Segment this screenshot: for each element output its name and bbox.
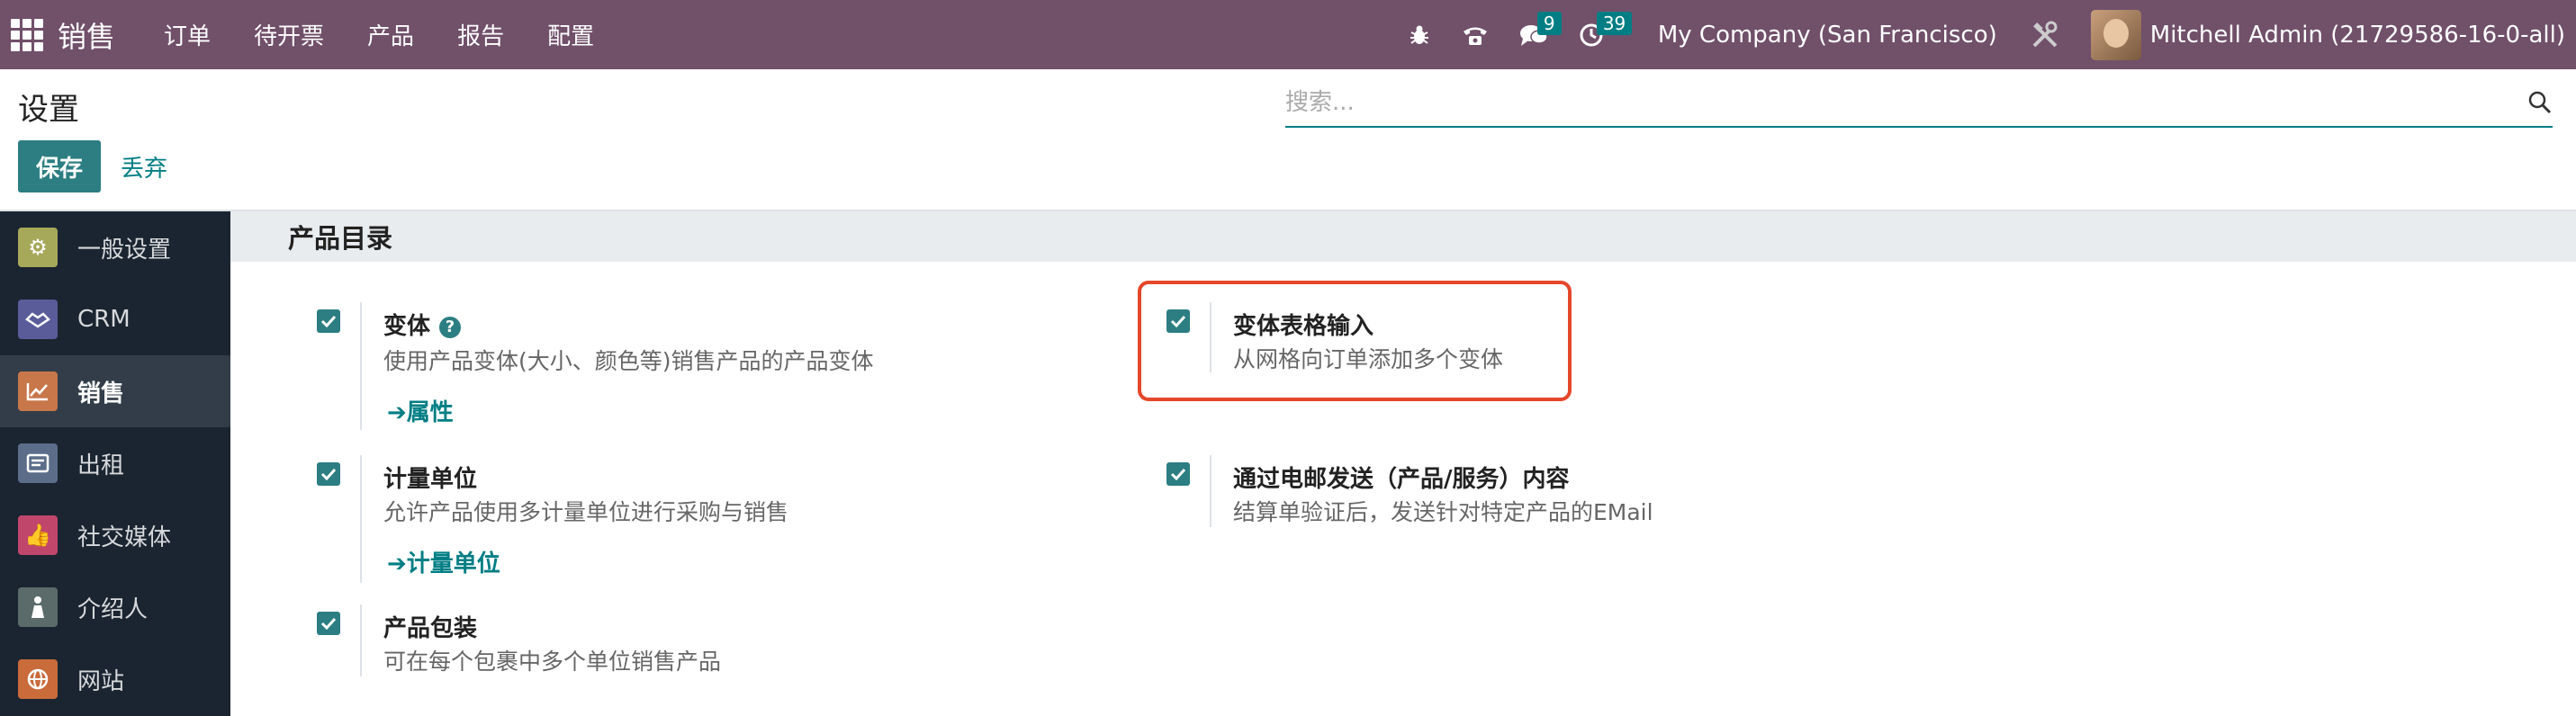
packaging-title: 产品包装 — [383, 615, 478, 642]
page-title: 设置 — [18, 92, 79, 128]
setting-divider — [360, 302, 362, 430]
sidebar-item-label: 网站 — [77, 667, 125, 695]
search-icon[interactable] — [2527, 90, 2553, 115]
menu-products[interactable]: 产品 — [367, 18, 414, 51]
uom-link[interactable]: ➔计量单位 — [387, 545, 500, 578]
referral-icon — [18, 587, 58, 627]
sidebar-item-label: 销售 — [77, 380, 125, 407]
setting-divider — [360, 455, 362, 583]
packaging-desc: 可在每个包裹中多个单位销售产品 — [383, 649, 722, 675]
top-navbar: 销售 订单 待开票 产品 报告 配置 9 39 My Company (San … — [0, 0, 2576, 69]
activities-badge: 39 — [1596, 11, 1633, 35]
variants-desc: 使用产品变体(大小、颜色等)销售产品的产品变体 — [383, 348, 874, 374]
sidebar-item-label: 介绍人 — [77, 595, 149, 623]
clock-icon[interactable]: 39 — [1579, 11, 1633, 48]
uom-link-label: 计量单位 — [406, 550, 500, 577]
apps-grid-icon[interactable] — [11, 18, 43, 51]
menu-to-invoice[interactable]: 待开票 — [254, 18, 324, 51]
section-title: 产品目录 — [288, 223, 393, 254]
setting-divider — [360, 604, 362, 676]
bug-icon[interactable] — [1408, 23, 1431, 47]
navbar-systray: 9 39 My Company (San Francisco) Mitchell… — [1408, 0, 2576, 69]
save-button[interactable]: 保存 — [18, 140, 101, 192]
gear-icon: ⚙ — [18, 228, 58, 267]
user-menu[interactable]: Mitchell Admin (21729586-16-0-all) — [2150, 22, 2565, 49]
chat-icon[interactable]: 9 — [1519, 11, 1562, 48]
menu-configuration[interactable]: 配置 — [547, 18, 594, 51]
sidebar-item-label: CRM — [77, 306, 131, 333]
phone-icon[interactable] — [1462, 23, 1489, 47]
messages-badge: 9 — [1536, 11, 1562, 35]
rental-icon — [18, 443, 58, 483]
arrow-right-icon: ➔ — [387, 550, 407, 577]
sidebar-item-label: 社交媒体 — [77, 524, 172, 551]
user-avatar[interactable] — [2090, 9, 2141, 60]
search-input[interactable] — [1285, 89, 2527, 116]
chart-icon — [18, 371, 58, 411]
sidebar-item-website[interactable]: 网站 — [0, 643, 230, 715]
sidebar-item-rental[interactable]: 出租 — [0, 427, 230, 499]
section-header: 产品目录 — [230, 211, 2576, 262]
email-content-checkbox[interactable] — [1166, 462, 1190, 486]
uom-title: 计量单位 — [383, 466, 478, 493]
sidebar-item-general-settings[interactable]: ⚙ 一般设置 — [0, 211, 230, 283]
sidebar-item-sales[interactable]: 销售 — [0, 355, 230, 427]
sidebar-item-label: 出租 — [77, 452, 125, 479]
uom-desc: 允许产品使用多计量单位进行采购与销售 — [383, 499, 789, 525]
arrow-right-icon: ➔ — [387, 399, 407, 426]
app-brand[interactable]: 销售 — [58, 14, 115, 56]
email-content-desc: 结算单验证后，发送针对特定产品的EMail — [1233, 499, 1653, 525]
sidebar-item-crm[interactable]: CRM — [0, 283, 230, 355]
variants-title: 变体? — [383, 308, 462, 341]
packaging-checkbox[interactable] — [317, 612, 340, 635]
settings-sidebar: ⚙ 一般设置 CRM 销售 出租 👍 社交媒体 介绍人 网站 — [0, 211, 230, 716]
email-content-title: 通过电邮发送（产品/服务）内容 — [1233, 466, 1570, 493]
attributes-link[interactable]: ➔属性 — [387, 394, 454, 427]
discard-button[interactable]: 丢弃 — [108, 140, 180, 192]
highlight-box — [1138, 281, 1572, 401]
sidebar-item-social-media[interactable]: 👍 社交媒体 — [0, 499, 230, 571]
menu-orders[interactable]: 订单 — [164, 18, 211, 51]
company-switcher[interactable]: My Company (San Francisco) — [1658, 22, 1997, 49]
variants-checkbox[interactable] — [317, 309, 340, 333]
tools-icon[interactable] — [2030, 20, 2060, 50]
variants-title-text: 变体 — [383, 313, 431, 340]
setting-divider — [1210, 455, 1211, 527]
attributes-link-label: 属性 — [406, 399, 454, 426]
sidebar-item-referral[interactable]: 介绍人 — [0, 571, 230, 643]
menu-reporting[interactable]: 报告 — [457, 18, 504, 51]
help-icon[interactable]: ? — [439, 316, 462, 338]
thumbs-up-icon: 👍 — [18, 515, 58, 555]
handshake-icon — [18, 300, 58, 339]
sidebar-item-label: 一般设置 — [77, 236, 172, 264]
globe-icon — [18, 659, 58, 699]
search-bar — [1285, 79, 2553, 128]
uom-checkbox[interactable] — [317, 462, 340, 486]
